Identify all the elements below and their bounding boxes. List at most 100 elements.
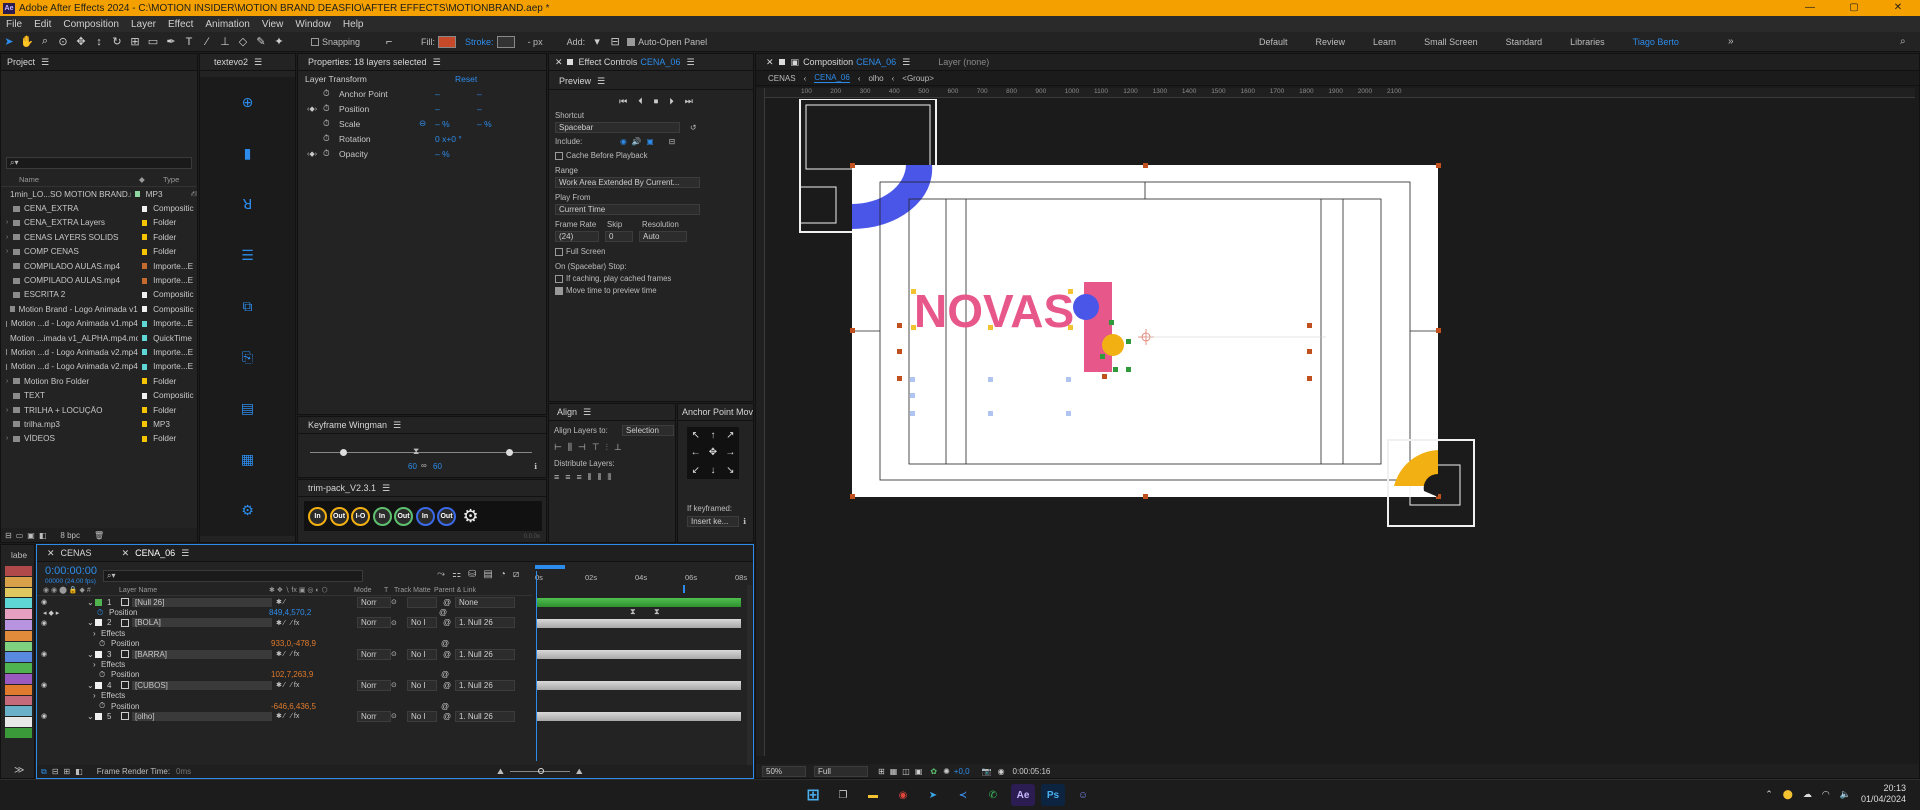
composition-tab[interactable]: ✕ ▣ Composition CENA_06 ☰ Layer (none): [756, 54, 1919, 71]
close-tab-icon[interactable]: ✕: [47, 548, 55, 559]
label-swatch[interactable]: [141, 349, 148, 356]
project-tab[interactable]: Project ☰: [1, 54, 197, 71]
lock-icon[interactable]: [778, 59, 785, 65]
pickwhip-icon[interactable]: @: [441, 639, 449, 648]
file-explorer-icon[interactable]: ▬: [861, 784, 885, 806]
visibility-eye-icon[interactable]: ◉: [37, 681, 87, 689]
delete-icon[interactable]: 🗑: [94, 531, 104, 540]
label-color-swatch[interactable]: [5, 630, 32, 641]
trash-icon[interactable]: ▮: [200, 128, 295, 179]
3d-view-icon[interactable]: ▣: [915, 767, 923, 776]
first-frame-icon[interactable]: ⏮: [619, 96, 627, 107]
color-channel-icon[interactable]: ✿: [930, 767, 937, 776]
layer-name[interactable]: [BARRA]: [132, 649, 272, 659]
parent-select[interactable]: 1. Null 26: [455, 617, 515, 629]
info-icon[interactable]: ℹ: [534, 462, 537, 471]
stroke-swatch[interactable]: [496, 35, 515, 48]
breadcrumb-item[interactable]: CENAS: [768, 74, 796, 83]
trim-button[interactable]: Out: [437, 506, 456, 526]
track-matte-select[interactable]: No I: [407, 648, 437, 660]
minimize-button[interactable]: —: [1788, 0, 1832, 16]
anchor-bc-icon[interactable]: ↓: [704, 462, 721, 479]
track-matte-select[interactable]: [407, 596, 437, 608]
layer-switches[interactable]: ✱ ⁄: [272, 598, 357, 606]
expand-effects-icon[interactable]: ⧉: [41, 767, 47, 777]
anchor-tl-icon[interactable]: ↖: [687, 427, 704, 444]
new-comp-icon[interactable]: ▣: [27, 531, 35, 540]
label-swatch[interactable]: [141, 335, 148, 342]
label-color-swatch[interactable]: [5, 587, 32, 598]
label-color-swatch[interactable]: [5, 619, 32, 630]
last-frame-icon[interactable]: ⏭: [685, 96, 693, 107]
stopwatch-icon[interactable]: ⏱: [99, 670, 111, 680]
timeline-property-row[interactable]: ⏱ Position -646,6,436,5 @: [37, 701, 532, 711]
blend-mode-select[interactable]: Norr: [357, 711, 391, 722]
after-effects-taskbar-icon[interactable]: Ae: [1011, 784, 1035, 806]
layer-t-icon[interactable]: ⊙: [391, 681, 407, 689]
timeline-layer-row[interactable]: ◉ ⌄ 5 [olho] ✱ ⁄ ⁄ fx Norr ⊙ No I @1. Null 26: [37, 711, 532, 722]
comp-flow-icon[interactable]: ⤳: [437, 569, 445, 580]
anchor-point-tab[interactable]: Anchor Point Mov: [678, 404, 753, 421]
project-item[interactable]: Motion ...d - Logo Animada v2.mp4 Importe…: [1, 360, 197, 374]
project-item[interactable]: Motion ...imada v1_ALPHA.mp4.mov QuickTim…: [1, 331, 197, 345]
type-tool-icon[interactable]: T: [181, 34, 197, 50]
auto-open-checkbox[interactable]: Auto-Open Panel: [624, 37, 710, 47]
task-view-icon[interactable]: ❐: [831, 784, 855, 806]
track-matte-select[interactable]: No I: [407, 711, 437, 722]
properties-tab[interactable]: Properties: 18 layers selected ☰: [298, 54, 546, 71]
stroke-width[interactable]: - px: [525, 37, 546, 47]
ease-in-value[interactable]: 60: [408, 462, 417, 471]
chrome-icon[interactable]: ◉: [891, 784, 915, 806]
project-settings-icon[interactable]: ◧: [39, 531, 47, 540]
hamburger-icon[interactable]: ☰: [254, 57, 262, 68]
stroke-label[interactable]: Stroke:: [462, 37, 497, 47]
label-color-swatch[interactable]: [5, 727, 32, 738]
tab-cenas[interactable]: CENAS: [61, 548, 92, 558]
menu-layer[interactable]: Layer: [125, 19, 162, 30]
timeline-effects-group[interactable]: › Effects: [37, 628, 532, 638]
pickwhip-icon[interactable]: @: [441, 702, 449, 711]
interpret-footage-icon[interactable]: ⊟: [5, 531, 12, 540]
expand-arrow-icon[interactable]: ⌄: [87, 618, 95, 627]
expand-transfer-icon[interactable]: ⊟: [52, 767, 59, 776]
timeline-property-row[interactable]: ⏱ Position 933,0,-478,9 @: [37, 639, 532, 649]
exposure-value[interactable]: +0,0: [954, 767, 970, 776]
keyframe-nav-icon[interactable]: ‹◆›: [307, 150, 317, 158]
align-left-icon[interactable]: ⊢: [554, 442, 562, 453]
search-help-icon[interactable]: ⌕: [1900, 36, 1906, 47]
label-color-swatch[interactable]: [5, 717, 32, 727]
property-value[interactable]: -646,6,436,5: [271, 702, 441, 711]
dist-top-icon[interactable]: ≡: [554, 472, 559, 483]
label-swatch[interactable]: [141, 277, 148, 284]
pickwhip-icon[interactable]: @: [441, 670, 449, 679]
label-color-swatch[interactable]: [5, 566, 32, 576]
stopwatch-icon[interactable]: ⏱: [323, 148, 335, 159]
transparency-grid-icon[interactable]: ▦: [890, 767, 898, 776]
align-tab[interactable]: Align ☰: [549, 404, 675, 421]
layer-duration-bar[interactable]: [537, 598, 741, 607]
motion-blur-icon[interactable]: ◔: [500, 569, 506, 580]
property-value[interactable]: 933,0,-478,9: [271, 639, 441, 648]
comp-timecode[interactable]: 0:00:05:16: [1013, 767, 1051, 776]
layer-duration-bar[interactable]: [537, 681, 741, 691]
label-swatch[interactable]: [141, 291, 148, 298]
label-swatch[interactable]: [141, 219, 148, 226]
windows-start-icon[interactable]: ⊞: [801, 784, 825, 806]
timeline-layer-row[interactable]: ◉ ⌄ 4 [CUBOS] ✱ ⁄ ⁄ fx Norr ⊙ No I @1. Null 26: [37, 679, 532, 691]
label-swatch[interactable]: [141, 421, 148, 428]
selection-tool-icon[interactable]: ➤: [1, 34, 17, 50]
discord-icon[interactable]: ☺: [1071, 784, 1095, 806]
col-layer-name[interactable]: Layer Name: [119, 587, 269, 594]
hamburger-icon[interactable]: ☰: [902, 57, 910, 68]
align-vcenter-icon[interactable]: ⫶: [606, 442, 608, 453]
breadcrumb-arrow-icon[interactable]: ‹: [858, 74, 861, 83]
breadcrumb-item[interactable]: CENA_06: [814, 73, 850, 83]
close-tab-icon[interactable]: ✕: [766, 57, 774, 68]
layer-name[interactable]: [Null 26]: [132, 597, 272, 607]
project-item[interactable]: CENA_EXTRA Compositic: [1, 201, 197, 215]
anchor-tr-icon[interactable]: ↗: [722, 427, 739, 444]
dist-bottom-icon[interactable]: ≡: [577, 472, 582, 483]
project-item[interactable]: TEXT Compositic: [1, 388, 197, 402]
more-workspaces-icon[interactable]: »: [1728, 36, 1734, 47]
work-area-end[interactable]: [683, 585, 685, 593]
